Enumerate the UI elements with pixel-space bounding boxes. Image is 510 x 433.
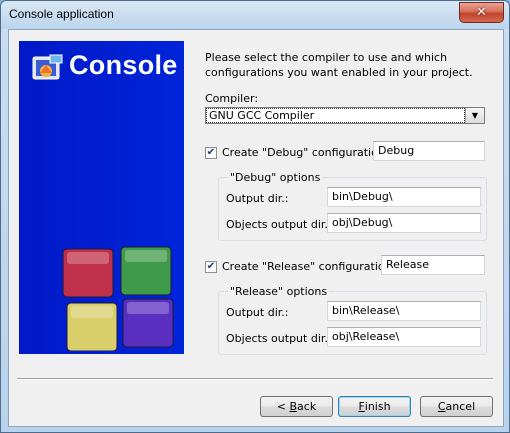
cancel-button-mnemonic: C — [437, 400, 446, 413]
intro-text: Please select the compiler to use and wh… — [205, 51, 473, 79]
debug-name-input[interactable]: Debug — [373, 141, 485, 161]
debug-objects-dir-input[interactable]: obj\Debug\ — [327, 213, 481, 233]
release-output-dir-input[interactable]: bin\Release\ — [327, 301, 481, 321]
close-button[interactable]: ✕ — [459, 2, 504, 23]
back-button[interactable]: < Back — [260, 396, 333, 417]
window-title: Console application — [9, 7, 114, 21]
cube-top-left — [62, 248, 114, 298]
wizard-banner: Console — [19, 41, 184, 354]
dialog-body: Console Please select the compiler to us… — [8, 29, 504, 427]
compiler-label: Compiler: — [205, 92, 259, 105]
release-objects-dir-input[interactable]: obj\Release\ — [327, 327, 481, 347]
debug-checkbox-label: Create "Debug" configuration: — [222, 146, 389, 159]
checkmark-icon: ✔ — [206, 147, 216, 158]
release-output-dir-label: Output dir.: — [226, 306, 289, 319]
compiler-selected-value: GNU GCC Compiler — [206, 108, 465, 123]
cube-bottom-left — [66, 302, 118, 351]
finish-button[interactable]: Finish — [338, 396, 411, 417]
debug-output-dir-input[interactable]: bin\Debug\ — [327, 187, 481, 207]
cancel-button[interactable]: Cancel — [420, 396, 493, 417]
cancel-button-label: ancel — [445, 400, 476, 413]
close-icon: ✕ — [476, 5, 487, 20]
cubes-logo-graphic — [62, 246, 174, 351]
dropdown-arrow-icon[interactable]: ▼ — [465, 108, 484, 123]
footer-separator — [17, 378, 493, 380]
compiler-select[interactable]: GNU GCC Compiler ▼ — [205, 107, 485, 124]
back-button-label: ack — [297, 400, 317, 413]
release-options-title: "Release" options — [228, 285, 330, 298]
back-button-mnemonic: B — [289, 400, 298, 413]
cube-bottom-right — [122, 298, 174, 348]
checkmark-icon: ✔ — [206, 261, 216, 272]
release-objects-dir-label: Objects output dir.: — [226, 332, 332, 345]
debug-output-dir-label: Output dir.: — [226, 192, 289, 205]
codeblocks-logo-icon — [32, 54, 63, 80]
release-checkbox[interactable]: ✔ — [205, 261, 217, 273]
back-button-prefix: < — [276, 400, 290, 413]
title-bar[interactable]: Console application ✕ — [1, 1, 509, 29]
debug-checkbox[interactable]: ✔ — [205, 147, 217, 159]
debug-options-title: "Debug" options — [228, 171, 323, 184]
release-name-input[interactable]: Release — [381, 255, 485, 275]
dialog-window: Console application ✕ Console Please sel… — [0, 0, 510, 433]
release-checkbox-label: Create "Release" configuration: — [222, 260, 396, 273]
debug-objects-dir-label: Objects output dir.: — [226, 218, 332, 231]
cube-top-right — [120, 246, 172, 296]
finish-button-label: inish — [364, 400, 391, 413]
banner-title: Console — [69, 50, 178, 80]
